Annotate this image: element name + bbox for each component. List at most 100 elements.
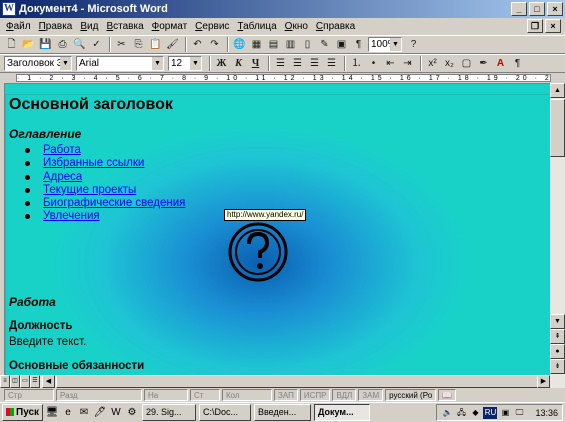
menu-format[interactable]: Формат <box>148 21 192 32</box>
scroll-up-icon[interactable]: ▲ <box>550 83 565 98</box>
subscript-icon[interactable]: x₂ <box>442 56 457 71</box>
print-preview-icon[interactable]: 🔍 <box>72 37 87 52</box>
toc-link-hobbies[interactable]: Увлечения <box>43 210 100 222</box>
hyperlink-icon[interactable]: 🌐 <box>232 37 247 52</box>
previous-page-icon[interactable]: ⇞ <box>550 329 565 344</box>
task-button[interactable]: Введен... <box>254 404 311 421</box>
spelling-icon[interactable]: ✓ <box>89 37 104 52</box>
menu-table[interactable]: Таблица <box>233 21 280 32</box>
help-icon[interactable]: ? <box>406 37 421 52</box>
close-button[interactable]: × <box>547 2 563 16</box>
italic-icon[interactable]: К <box>231 56 246 71</box>
open-folder-icon[interactable]: 📂 <box>21 37 36 52</box>
start-button[interactable]: Пуск <box>2 404 43 421</box>
print-icon[interactable]: ⎙ <box>55 37 70 52</box>
minimize-button[interactable]: _ <box>511 2 527 16</box>
font-size-select[interactable]: 12 ▼ <box>168 56 202 71</box>
question-mark-icon[interactable] <box>226 222 290 282</box>
paste-icon[interactable]: 📋 <box>148 37 163 52</box>
increase-indent-icon[interactable]: ⇥ <box>400 56 415 71</box>
vertical-scroll-thumb[interactable] <box>550 99 565 157</box>
undo-icon[interactable]: ↶ <box>190 37 205 52</box>
align-left-icon[interactable]: ☰ <box>273 56 288 71</box>
font-color-icon[interactable]: A <box>493 56 508 71</box>
document-map-icon[interactable]: ▣ <box>334 37 349 52</box>
menu-edit[interactable]: Правка <box>35 21 77 32</box>
toc-link-addresses[interactable]: Адреса <box>43 171 82 183</box>
maximize-button[interactable]: □ <box>529 2 545 16</box>
desktop-icon[interactable]: 🖥 <box>45 406 59 420</box>
browse-object-icon[interactable]: ● <box>550 344 565 359</box>
toc-link-projects[interactable]: Текущие проекты <box>43 184 136 196</box>
outlook-icon[interactable]: ✉ <box>77 406 91 420</box>
status-trk[interactable]: ИСПР <box>299 389 331 401</box>
columns-icon[interactable]: ▯ <box>300 37 315 52</box>
word-app-icon[interactable]: W <box>2 2 16 16</box>
decrease-indent-icon[interactable]: ⇤ <box>383 56 398 71</box>
quicklaunch-icon[interactable]: W <box>109 406 123 420</box>
format-painter-icon[interactable]: 🖌 <box>165 37 180 52</box>
ie-icon[interactable]: e <box>61 406 75 420</box>
task-button[interactable]: 29. Sig... <box>142 404 196 421</box>
network-icon[interactable]: 🖧 <box>455 407 467 419</box>
underline-icon[interactable]: Ч <box>248 56 263 71</box>
bullets-icon[interactable]: • <box>366 56 381 71</box>
drawing-icon[interactable]: ✎ <box>317 37 332 52</box>
copy-icon[interactable]: ⎘ <box>131 37 146 52</box>
quicklaunch-icon[interactable]: 🖊 <box>93 406 107 420</box>
outline-view-icon[interactable]: ☰ <box>30 375 40 388</box>
status-ext[interactable]: ВДЛ <box>332 389 357 401</box>
align-center-icon[interactable]: ☰ <box>290 56 305 71</box>
justify-icon[interactable]: ☰ <box>324 56 339 71</box>
menu-view[interactable]: Вид <box>76 21 102 32</box>
document-page[interactable]: Основной заголовок Оглавление Работа Изб… <box>4 83 550 375</box>
menu-insert[interactable]: Вставка <box>102 21 147 32</box>
show-hide-icon[interactable]: ¶ <box>351 37 366 52</box>
scroll-right-icon[interactable]: ▶ <box>537 375 550 388</box>
new-document-icon[interactable]: 🗋 <box>4 37 19 52</box>
bold-icon[interactable]: Ж <box>214 56 229 71</box>
horizontal-scroll-thumb[interactable] <box>56 375 538 388</box>
numbering-icon[interactable]: ⒈ <box>349 56 364 71</box>
align-right-icon[interactable]: ☰ <box>307 56 322 71</box>
task-button-active[interactable]: Докум... <box>314 404 370 421</box>
quicklaunch-icon[interactable]: ⚙ <box>125 406 139 420</box>
menu-file[interactable]: Файл <box>2 21 35 32</box>
tray-app-icon[interactable]: ◆ <box>469 407 481 419</box>
web-view-icon[interactable]: ◫ <box>10 375 20 388</box>
menu-tools[interactable]: Сервис <box>191 21 233 32</box>
doc-restore-button[interactable]: ❐ <box>527 19 543 33</box>
insert-excel-icon[interactable]: ▥ <box>283 37 298 52</box>
borders-icon[interactable]: ▢ <box>459 56 474 71</box>
highlight-icon[interactable]: ✒ <box>476 56 491 71</box>
next-page-icon[interactable]: ⇟ <box>550 359 565 374</box>
font-select[interactable]: Arial ▼ <box>76 56 164 71</box>
status-rec[interactable]: ЗАП <box>274 389 298 401</box>
paragraph-icon[interactable]: ¶ <box>510 56 525 71</box>
language-indicator[interactable]: RU <box>483 406 498 419</box>
position-text[interactable]: Введите текст. <box>9 336 86 348</box>
status-ovr[interactable]: ЗАМ <box>358 389 384 401</box>
cut-icon[interactable]: ✂ <box>114 37 129 52</box>
spelling-status-icon[interactable]: 📖 <box>438 389 457 401</box>
scroll-left-icon[interactable]: ◀ <box>42 375 55 388</box>
superscript-icon[interactable]: x² <box>425 56 440 71</box>
normal-view-icon[interactable]: ≡ <box>0 375 10 388</box>
save-icon[interactable]: 💾 <box>38 37 53 52</box>
redo-icon[interactable]: ↷ <box>207 37 222 52</box>
doc-close-button[interactable]: × <box>545 19 561 33</box>
scroll-down-icon[interactable]: ▼ <box>550 314 565 329</box>
zoom-select[interactable]: 100% ▼ <box>368 37 402 52</box>
menu-help[interactable]: Справка <box>312 21 359 32</box>
menu-window[interactable]: Окно <box>281 21 312 32</box>
tray-app-icon[interactable]: 🖵 <box>513 407 525 419</box>
vertical-scrollbar[interactable]: ▲ ▼ ⇞ ● ⇟ <box>550 83 565 375</box>
tables-borders-icon[interactable]: ▦ <box>249 37 264 52</box>
toc-link-favorites[interactable]: Избранные ссылки <box>43 157 144 169</box>
volume-icon[interactable]: 🔈 <box>441 407 453 419</box>
toc-link-work[interactable]: Работа <box>43 144 81 156</box>
task-button[interactable]: C:\Doc... <box>199 404 251 421</box>
status-language[interactable]: русский (Ро <box>385 389 437 401</box>
toc-link-biography[interactable]: Биографические сведения <box>43 197 185 209</box>
style-select[interactable]: Заголовок 3 ▼ <box>4 56 72 71</box>
